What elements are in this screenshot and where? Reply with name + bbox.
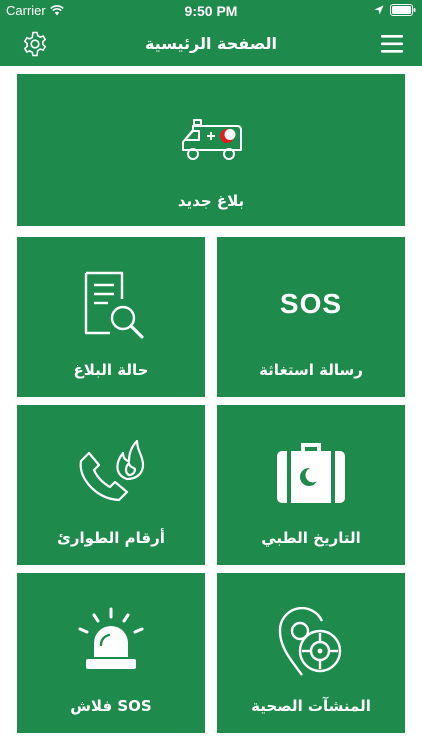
medical-history-tile[interactable]: التاريخ الطبي [217,405,405,565]
page-title: الصفحة الرئيسية [144,34,278,53]
flash-sos-tile[interactable]: فلاش SOS [17,573,205,733]
phone-fire-icon [79,439,145,502]
health-facilities-tile[interactable]: المنشآت الصحية [217,573,405,733]
status-right [374,4,416,16]
status-time: 9:50 PM [184,3,238,19]
emergency-numbers-label: أرقام الطوارئ [57,529,165,547]
new-report-tile[interactable]: بلاغ جديد [17,74,405,226]
medical-history-label: التاريخ الطبي [261,529,361,547]
status-bar: Carrier 9:50 PM [0,0,422,22]
document-search-icon [84,271,144,339]
sos-text-icon: SOS [251,275,371,333]
health-facilities-label: المنشآت الصحية [251,697,371,715]
navigation-bar: الصفحة الرئيسية [0,22,422,66]
new-report-label: بلاغ جديد [177,192,245,210]
battery-icon [390,4,416,16]
sos-message-label: رسالة استغاثة [259,361,363,379]
sos-message-tile[interactable]: SOS رسالة استغاثة [217,237,405,397]
medical-bag-icon [277,443,345,503]
sos-icon-text: SOS [279,288,343,319]
location-arrow-icon [374,5,384,15]
siren-icon [78,607,144,669]
ambulance-icon [182,119,242,160]
report-status-tile[interactable]: حالة البلاغ [17,237,205,397]
hamburger-menu-icon[interactable] [380,33,404,55]
report-status-label: حالة البلاغ [73,361,149,379]
emergency-numbers-tile[interactable]: أرقام الطوارئ [17,405,205,565]
location-target-icon [278,607,342,676]
flash-sos-label: فلاش SOS [70,697,152,715]
